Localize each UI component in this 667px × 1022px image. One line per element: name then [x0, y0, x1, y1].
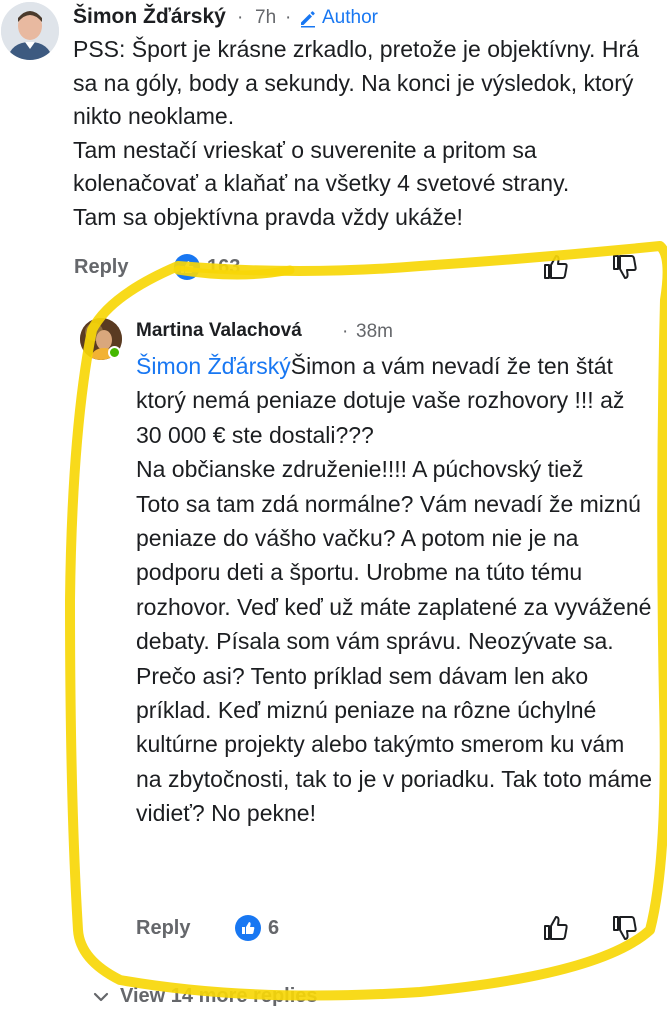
pencil-icon: [301, 11, 315, 28]
view-more-replies-button[interactable]: View 14 more replies: [92, 985, 318, 1008]
reply-text-body: Šimon a vám nevadí že ten štát ktorý nem…: [136, 353, 653, 827]
thumbs-up-outline-icon[interactable]: [541, 913, 571, 943]
author-badge: Author: [298, 7, 378, 29]
mention-link[interactable]: Šimon Žďárský: [136, 353, 291, 379]
comment-reply-button[interactable]: Reply: [74, 256, 128, 279]
comment-like-count[interactable]: 163: [207, 256, 240, 279]
reply-reply-button[interactable]: Reply: [136, 917, 190, 940]
reply-timestamp[interactable]: 38m: [356, 321, 393, 343]
comment-author-name[interactable]: Šimon Žďárský: [73, 5, 226, 29]
online-status-indicator: [108, 346, 121, 359]
comment-text: PSS: Šport je krásne zrkadlo, pretože je…: [73, 36, 639, 230]
reply-text: Šimon ŽďárskýŠimon a vám nevadí že ten š…: [136, 349, 656, 831]
view-more-replies-label: View 14 more replies: [120, 985, 318, 1007]
thumbs-down-outline-icon[interactable]: [610, 252, 640, 282]
comment-separator-2: ·: [285, 7, 292, 28]
author-badge-label: Author: [322, 7, 378, 28]
thumbs-up-icon: [174, 254, 200, 280]
thumbs-up-icon: [235, 915, 261, 941]
reply-separator: ·: [342, 321, 349, 342]
thumbs-up-outline-icon[interactable]: [541, 252, 571, 282]
comment-separator: ·: [237, 7, 244, 28]
reply-like-count[interactable]: 6: [268, 917, 279, 940]
chevron-down-icon: [93, 992, 109, 1001]
comment-timestamp[interactable]: 7h: [255, 7, 276, 29]
thumbs-down-outline-icon[interactable]: [610, 913, 640, 943]
reply-author-name[interactable]: Martina Valachová: [136, 320, 302, 342]
avatar-simon[interactable]: [1, 2, 59, 60]
